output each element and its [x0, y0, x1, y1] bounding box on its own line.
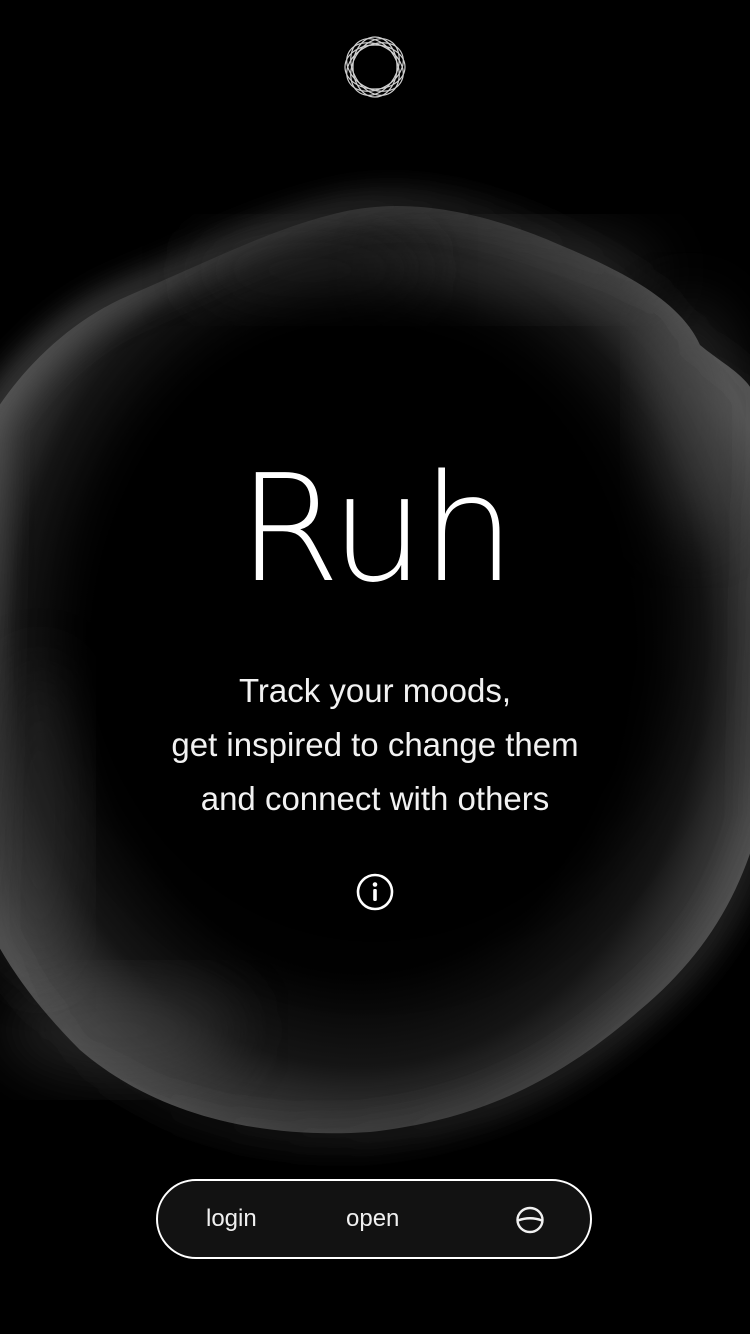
rosette-logo-icon — [344, 36, 406, 98]
tagline-line: Track your moods, — [238, 672, 512, 709]
tagline: Track your moods, get inspired to change… — [0, 664, 750, 826]
tagline-line: and connect with others — [200, 780, 550, 817]
globe-icon[interactable] — [514, 1205, 546, 1235]
app-title: Ruh — [237, 443, 516, 615]
open-button[interactable]: open — [346, 1181, 399, 1257]
info-icon[interactable] — [355, 872, 395, 912]
bottom-action-bar: login open — [156, 1179, 592, 1259]
login-button[interactable]: login — [206, 1181, 257, 1257]
welcome-screen: Ruh Track your moods, get inspired to ch… — [0, 0, 750, 1334]
tagline-line: get inspired to change them — [171, 726, 579, 763]
